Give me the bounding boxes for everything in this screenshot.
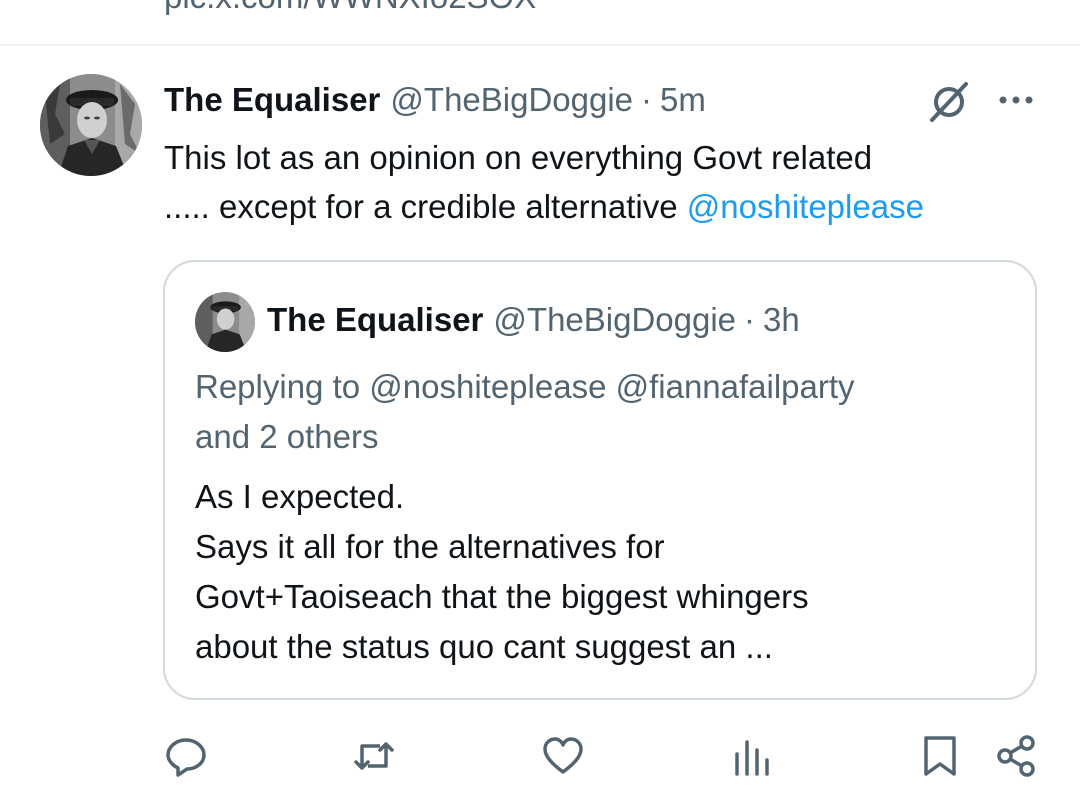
bookmark-icon[interactable]: [918, 734, 962, 778]
quoted-tweet-header: The Equaliser @TheBigDoggie · 3h: [267, 298, 800, 342]
quoted-tweet-timestamp[interactable]: 3h: [763, 301, 800, 339]
tweet-header: The Equaliser @TheBigDoggie · 5m: [164, 78, 706, 122]
quoted-text-line: Govt+Taoiseach that the biggest whingers: [195, 578, 809, 615]
quoted-tweet-text: As I expected. Says it all for the alter…: [195, 472, 1015, 672]
tweet-text: This lot as an opinion on everything Gov…: [164, 133, 1054, 231]
quoted-header-separator: ·: [744, 301, 756, 338]
more-icon[interactable]: [996, 86, 1036, 114]
quoted-author-avatar[interactable]: [195, 292, 255, 352]
previous-tweet-link[interactable]: pic.x.com/WWNXIo2SOX: [164, 0, 536, 16]
author-name[interactable]: The Equaliser: [164, 81, 380, 119]
header-separator: ·: [641, 81, 653, 118]
replying-to-line: Replying to @noshiteplease @fiannafailpa…: [195, 362, 995, 462]
quoted-author-name[interactable]: The Equaliser: [267, 301, 483, 339]
reply-icon[interactable]: [164, 734, 208, 778]
views-icon[interactable]: [729, 734, 773, 778]
share-icon[interactable]: [994, 734, 1038, 778]
author-handle[interactable]: @TheBigDoggie: [390, 81, 633, 119]
tweet-text-line: ..... except for a credible alternative …: [164, 182, 1054, 231]
mention-link[interactable]: @noshiteplease: [687, 188, 924, 225]
tweet-text-prefix: ..... except for a credible alternative: [164, 188, 687, 225]
quoted-tweet-card[interactable]: The Equaliser @TheBigDoggie · 3h Replyin…: [163, 260, 1037, 700]
grok-icon[interactable]: [926, 80, 972, 124]
replying-to-text[interactable]: Replying to @noshiteplease @fiannafailpa…: [195, 362, 995, 412]
quoted-text-line: As I expected.: [195, 478, 405, 515]
quoted-text-line: Says it all for the alternatives for: [195, 528, 665, 565]
quoted-text-line: about the status quo cant suggest an ...: [195, 628, 773, 665]
replying-to-others[interactable]: and 2 others: [195, 412, 995, 462]
like-icon[interactable]: [541, 734, 585, 778]
tweet-timestamp[interactable]: 5m: [660, 81, 706, 119]
retweet-icon[interactable]: [352, 734, 396, 778]
tweet-text-line: This lot as an opinion on everything Gov…: [164, 139, 873, 176]
quoted-author-handle[interactable]: @TheBigDoggie: [493, 301, 736, 339]
tweet-divider: [0, 44, 1080, 46]
author-avatar[interactable]: [40, 74, 142, 176]
